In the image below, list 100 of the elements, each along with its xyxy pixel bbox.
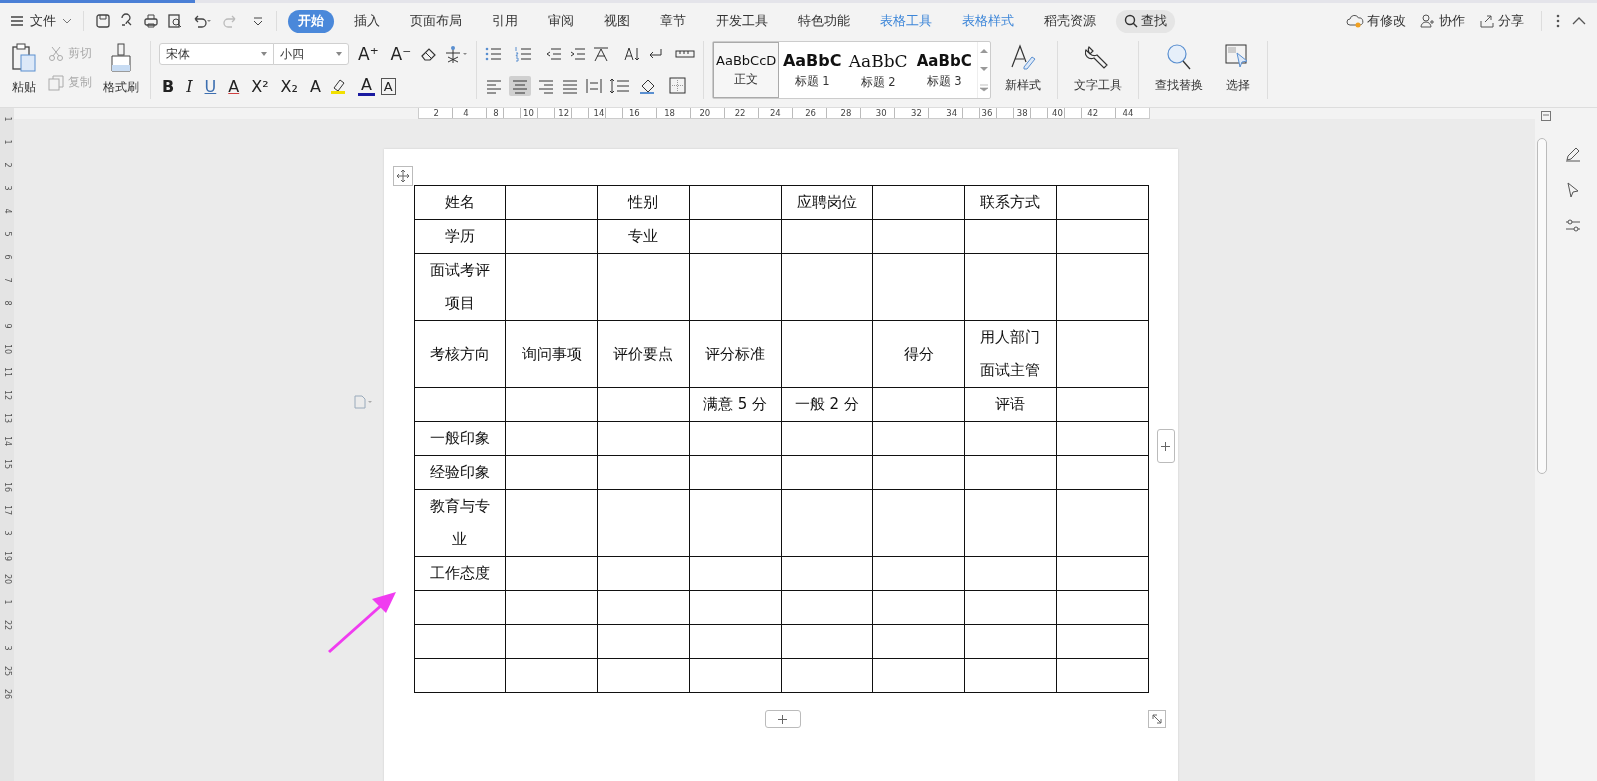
scroll-up-icon[interactable] bbox=[980, 48, 989, 54]
justify-icon[interactable] bbox=[561, 77, 580, 95]
font-name-dropdown[interactable]: 宋体 bbox=[159, 43, 274, 65]
ruler-number: 26 bbox=[804, 108, 818, 118]
format-button[interactable]: X₂ bbox=[277, 76, 301, 96]
character-border-button[interactable]: A bbox=[380, 77, 396, 95]
table-cell: 教育与专业 bbox=[414, 489, 506, 557]
ruler-number: 3 bbox=[2, 530, 12, 536]
menu-tab[interactable]: 特色功能 bbox=[788, 9, 860, 33]
format-button[interactable]: A bbox=[225, 76, 243, 96]
style-swatch[interactable]: AaBbCcD 正文 bbox=[713, 42, 780, 98]
scissors-icon bbox=[48, 45, 64, 62]
sliders-icon[interactable] bbox=[1565, 218, 1581, 234]
print-preview-icon[interactable] bbox=[167, 13, 183, 29]
menu-tab[interactable]: 插入 bbox=[344, 9, 390, 33]
ruler-number: 8 bbox=[492, 108, 500, 118]
table-cell: 学历 bbox=[414, 219, 506, 254]
paste-button[interactable]: 粘贴 bbox=[8, 41, 40, 98]
menu-tab[interactable]: 表格工具 bbox=[870, 9, 942, 33]
person-add-icon bbox=[1420, 14, 1436, 28]
modified-status-button[interactable]: 有修改 bbox=[1346, 12, 1406, 30]
add-row-button[interactable] bbox=[764, 710, 801, 728]
collaborate-button[interactable]: 协作 bbox=[1420, 12, 1465, 30]
table-cell: 姓名 bbox=[414, 185, 506, 220]
distribute-icon[interactable] bbox=[585, 77, 604, 95]
ruler-number: 26 bbox=[2, 688, 12, 700]
align-right-icon[interactable] bbox=[537, 77, 556, 95]
cursor-icon[interactable] bbox=[1565, 182, 1581, 198]
menu-tab[interactable]: 页面布局 bbox=[400, 9, 472, 33]
font-size-dropdown[interactable]: 小四 bbox=[273, 43, 349, 65]
table-cell: 询问事项 bbox=[505, 320, 598, 388]
menu-tab[interactable]: 表格样式 bbox=[952, 9, 1024, 33]
ruler-number: 16 bbox=[2, 481, 12, 493]
ruler-number: 1 bbox=[2, 139, 12, 145]
save-icon[interactable] bbox=[95, 13, 111, 29]
format-button[interactable]: A bbox=[306, 76, 324, 96]
select-button[interactable]: 选择 bbox=[1217, 41, 1260, 96]
font-size-button[interactable]: A⁺ bbox=[355, 44, 382, 64]
style-swatch[interactable]: AaBbC 标题 2 bbox=[845, 42, 912, 98]
ruler-number: 3 bbox=[2, 185, 12, 191]
brush-icon bbox=[109, 43, 133, 73]
format-button[interactable]: I bbox=[183, 76, 196, 96]
style-swatch[interactable]: AaBbC 标题 3 bbox=[911, 42, 978, 98]
ruler-number: 25 bbox=[2, 665, 12, 677]
ruler-number: 16 bbox=[627, 108, 641, 118]
table-move-handle[interactable] bbox=[392, 166, 413, 186]
table-cell: 一般印象 bbox=[414, 421, 506, 456]
text-tools-button[interactable]: 文字工具 bbox=[1066, 41, 1131, 96]
align-center-icon[interactable] bbox=[509, 76, 532, 96]
ruler-number: 10 bbox=[2, 343, 12, 355]
ruler-number: 28 bbox=[839, 108, 853, 118]
format-painter-button[interactable]: 格式刷 bbox=[100, 41, 142, 98]
indent-icon[interactable] bbox=[569, 46, 588, 62]
scrollbar-thumb[interactable] bbox=[1537, 138, 1547, 474]
ruler-number: 17 bbox=[2, 504, 12, 516]
add-column-button[interactable] bbox=[1156, 429, 1175, 463]
style-swatch[interactable]: AaBbC 标题 1 bbox=[779, 42, 846, 98]
share-button[interactable]: 分享 bbox=[1479, 12, 1524, 30]
ruler-number: 12 bbox=[2, 389, 12, 401]
ruler-number: 3 bbox=[2, 645, 12, 651]
ruler-number: 15 bbox=[2, 458, 12, 470]
table-cell: 专业 bbox=[597, 219, 690, 254]
align-left-icon[interactable] bbox=[485, 77, 504, 95]
ruler-number: 30 bbox=[874, 108, 888, 118]
ruler-number: 8 bbox=[2, 300, 12, 306]
new-style-button[interactable]: 新样式 bbox=[997, 41, 1050, 96]
menu-tab[interactable]: 稻壳资源 bbox=[1034, 9, 1106, 33]
menu-tab[interactable]: 引用 bbox=[482, 9, 528, 33]
table-cell: 用人部门面试主管 bbox=[964, 320, 1057, 388]
panel-toggle-icon[interactable] bbox=[1541, 111, 1551, 121]
menu-tab[interactable]: 章节 bbox=[650, 9, 696, 33]
clipboard-icon bbox=[11, 43, 37, 73]
print-icon[interactable] bbox=[143, 13, 159, 29]
table-resize-handle[interactable] bbox=[1147, 710, 1166, 728]
ruler-number: 13 bbox=[2, 412, 12, 424]
menu-tab[interactable]: 视图 bbox=[594, 9, 640, 33]
outdent-icon[interactable] bbox=[545, 46, 564, 62]
table-cell: 评语 bbox=[964, 387, 1057, 422]
ruler-number: 7 bbox=[2, 277, 12, 283]
sort-icon[interactable] bbox=[623, 46, 642, 62]
menu-tab[interactable]: 开发工具 bbox=[706, 9, 778, 33]
ruler-number: 12 bbox=[557, 108, 571, 118]
scroll-down-icon[interactable] bbox=[980, 66, 989, 72]
format-button[interactable]: X² bbox=[248, 76, 272, 96]
menu-tab[interactable]: 审阅 bbox=[538, 9, 584, 33]
file-menu[interactable]: 文件 bbox=[10, 12, 72, 30]
font-size-button[interactable]: A⁻ bbox=[387, 44, 415, 64]
menu-tab[interactable]: 开始 bbox=[288, 9, 334, 33]
pen-icon[interactable] bbox=[1565, 146, 1581, 162]
search-button[interactable]: 查找 bbox=[1116, 9, 1175, 33]
ruler-number: 5 bbox=[2, 231, 12, 237]
font-color-button[interactable]: A bbox=[357, 76, 375, 96]
ruler-number: 11 bbox=[2, 366, 12, 378]
expand-icon[interactable] bbox=[980, 84, 989, 92]
menu-icon bbox=[10, 15, 24, 27]
format-button[interactable]: U bbox=[201, 76, 220, 96]
find-replace-button[interactable]: 查找替换 bbox=[1147, 41, 1212, 96]
ruler-number: 4 bbox=[462, 108, 470, 118]
format-button[interactable]: B bbox=[159, 76, 178, 96]
ruler-number: 10 bbox=[522, 108, 535, 118]
